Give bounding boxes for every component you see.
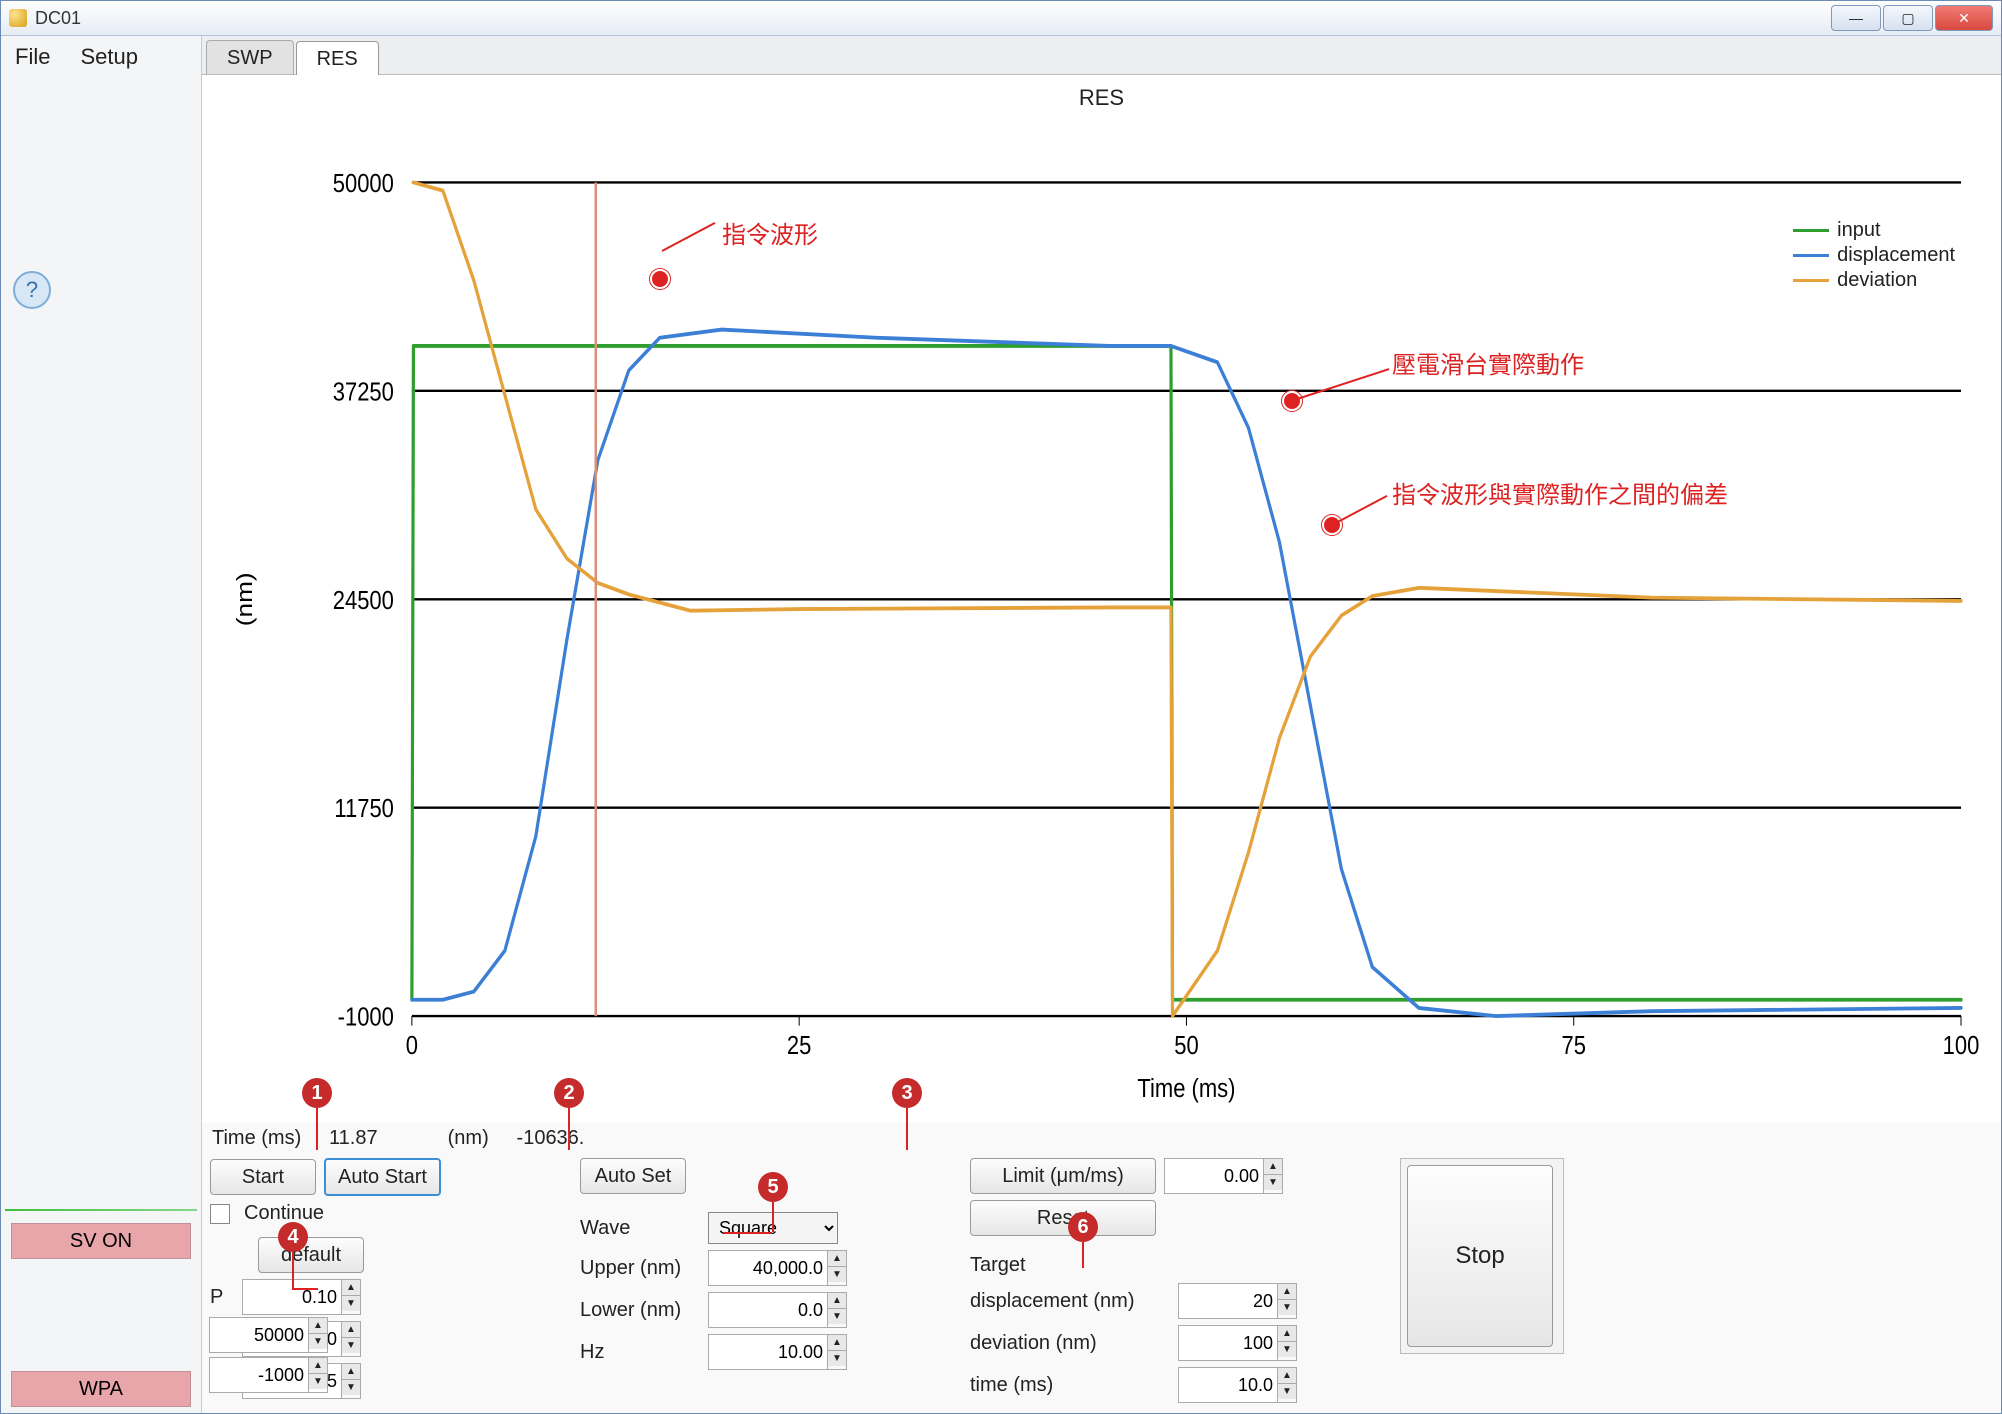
lower-input[interactable] xyxy=(708,1292,828,1328)
upper-input[interactable] xyxy=(708,1250,828,1286)
legend-swatch-input xyxy=(1793,229,1829,232)
badge-2: 2 xyxy=(554,1078,584,1108)
legend-displacement: displacement xyxy=(1837,244,1955,267)
chart-title: RES xyxy=(202,75,2001,111)
tab-res[interactable]: RES xyxy=(296,41,379,75)
target-disp-input[interactable] xyxy=(1178,1283,1278,1319)
continue-label: Continue xyxy=(244,1202,324,1225)
upper-label: Upper (nm) xyxy=(580,1257,700,1280)
legend-deviation: deviation xyxy=(1837,269,1917,292)
legend-swatch-displacement xyxy=(1793,254,1829,257)
maximize-button[interactable]: ▢ xyxy=(1883,5,1933,31)
wpa-lower-input[interactable] xyxy=(209,1357,309,1393)
limit-button[interactable]: Limit (μm/ms) xyxy=(970,1158,1156,1194)
svg-text:25: 25 xyxy=(787,1031,811,1060)
target-label: Target xyxy=(970,1254,1310,1277)
continue-checkbox[interactable] xyxy=(210,1204,230,1224)
svg-text:50000: 50000 xyxy=(333,169,394,198)
minimize-button[interactable]: — xyxy=(1831,5,1881,31)
reset-button[interactable]: Reset xyxy=(970,1200,1156,1236)
sv-on-badge[interactable]: SV ON xyxy=(11,1223,191,1259)
time-value: 11.87 xyxy=(329,1127,378,1149)
badge-4: 4 xyxy=(278,1222,308,1252)
svg-text:-1000: -1000 xyxy=(338,1003,394,1032)
auto-start-button[interactable]: Auto Start xyxy=(324,1158,441,1196)
app-icon xyxy=(9,9,27,27)
target-time-label: time (ms) xyxy=(970,1374,1170,1397)
start-button[interactable]: Start xyxy=(210,1159,316,1195)
default-button[interactable]: default xyxy=(258,1237,364,1273)
stop-button[interactable]: Stop xyxy=(1407,1165,1553,1347)
badge-5: 5 xyxy=(758,1172,788,1202)
legend-swatch-deviation xyxy=(1793,279,1829,282)
annot-actual-motion: 壓電滑台實際動作 xyxy=(1392,345,1584,380)
annot-cmd-wave: 指令波形 xyxy=(722,215,818,250)
legend: input displacement deviation xyxy=(1787,215,1961,296)
annot-dot-1 xyxy=(650,269,670,289)
auto-set-button[interactable]: Auto Set xyxy=(580,1158,686,1194)
sidebar-separator xyxy=(5,1209,197,1211)
close-button[interactable]: ✕ xyxy=(1935,5,1993,31)
wpa-upper-input[interactable] xyxy=(209,1317,309,1353)
nm-label: (nm) xyxy=(448,1127,489,1149)
sidebar: File Setup SV ON WPA xyxy=(1,36,202,1413)
annot-deviation: 指令波形與實際動作之間的偏差 xyxy=(1392,475,1728,510)
hz-input[interactable] xyxy=(708,1334,828,1370)
help-icon[interactable]: ? xyxy=(13,271,51,309)
badge-1: 1 xyxy=(302,1078,332,1108)
svg-text:37250: 37250 xyxy=(333,378,394,407)
svg-text:11750: 11750 xyxy=(334,794,393,823)
badge-3: 3 xyxy=(892,1078,922,1108)
controls: 1 2 3 4 5 6 Start Auto Start xyxy=(202,1150,2001,1413)
limit-input[interactable] xyxy=(1164,1158,1264,1194)
svg-text:(nm): (nm) xyxy=(233,572,258,626)
hz-label: Hz xyxy=(580,1341,700,1364)
wave-label: Wave xyxy=(580,1217,700,1240)
svg-text:50: 50 xyxy=(1174,1031,1198,1060)
p-label: P xyxy=(210,1286,234,1309)
dev-label: deviation (nm) xyxy=(970,1332,1170,1355)
svg-text:0: 0 xyxy=(406,1031,418,1060)
annot-dot-2 xyxy=(1282,391,1302,411)
time-label: Time (ms) xyxy=(212,1127,301,1149)
disp-label: displacement (nm) xyxy=(970,1290,1170,1313)
badge-6: 6 xyxy=(1068,1212,1098,1242)
menu-setup[interactable]: Setup xyxy=(80,44,138,70)
svg-text:24500: 24500 xyxy=(333,586,394,615)
tabs: SWP RES xyxy=(202,36,2001,75)
wpa-badge[interactable]: WPA xyxy=(11,1371,191,1407)
svg-text:Time (ms): Time (ms) xyxy=(1137,1074,1235,1103)
lower-label: Lower (nm) xyxy=(580,1299,700,1322)
titlebar: DC01 — ▢ ✕ xyxy=(1,1,2001,36)
nm-value: -10636. xyxy=(517,1127,585,1149)
svg-text:75: 75 xyxy=(1562,1031,1586,1060)
menu-file[interactable]: File xyxy=(15,44,50,70)
legend-input: input xyxy=(1837,219,1880,242)
target-dev-input[interactable] xyxy=(1178,1325,1278,1361)
annot-dot-3 xyxy=(1322,515,1342,535)
svg-text:100: 100 xyxy=(1943,1031,1980,1060)
target-time-input[interactable] xyxy=(1178,1367,1278,1403)
tab-swp[interactable]: SWP xyxy=(206,40,294,74)
window-title: DC01 xyxy=(35,8,81,29)
chart-area: RES -1000 11750 24500 37250 50000 0 25 50 75 100 T… xyxy=(202,75,2001,1123)
